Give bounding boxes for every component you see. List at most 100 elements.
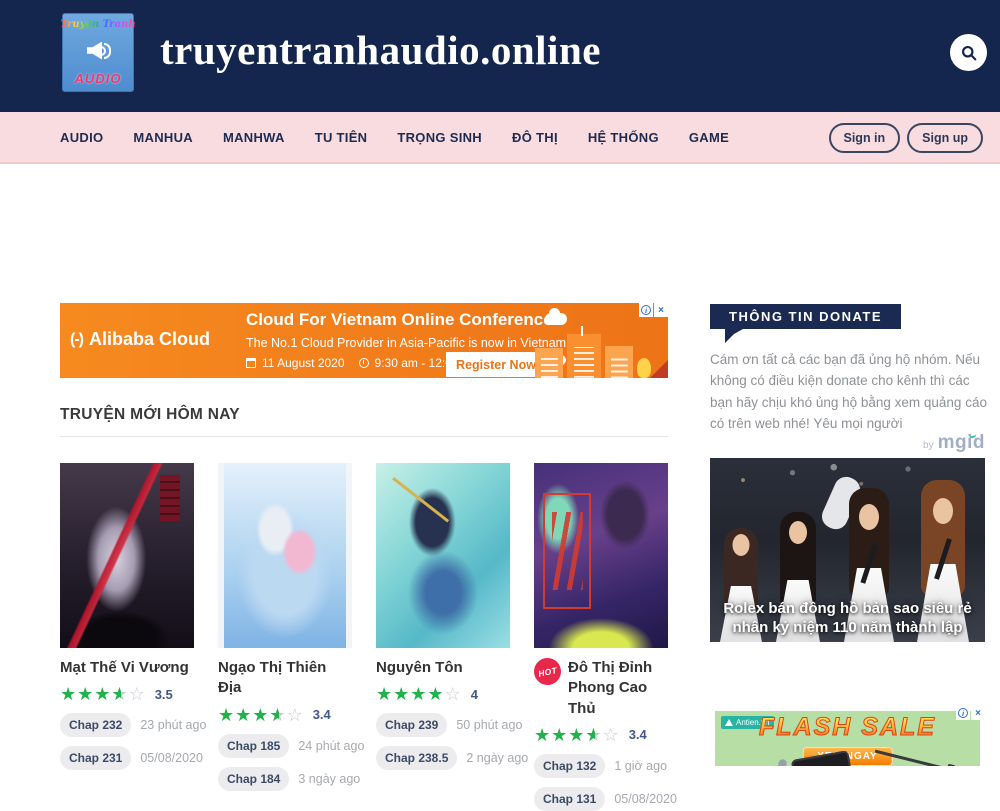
chapter-link[interactable]: Chap 184 [218,767,289,791]
rating-row: ★★★★★☆ 3.4 [534,725,668,745]
auth-buttons: Sign in Sign up [829,123,984,153]
chapter-list: Chap 232 23 phút ago Chap 231 05/08/2020 [60,713,194,770]
nav-item-tu-tiên[interactable]: TU TIÊN [315,130,368,145]
chapter-time: 2 ngày ago [466,751,528,765]
nav-item-manhua[interactable]: MANHUA [133,130,193,145]
logo-script-text: Truyện Tranh [60,19,135,30]
ad-choices: i × [638,303,668,317]
ad-brand: (-) Alibaba Cloud [70,329,210,350]
comic-title[interactable]: Mạt Thế Vi Vương [60,658,189,678]
comic-cover-image[interactable] [218,463,352,648]
chapter-row: Chap 231 05/08/2020 [60,746,194,770]
alibaba-cloud-logo-icon: (-) [70,331,83,349]
flash-ad-panel: Antien.vn FLASH SALE XEM NGAY [715,711,980,766]
star-icon: ★ [534,726,551,744]
star-icon: ★ [235,706,252,724]
star-icon: ☆ [603,726,620,744]
chapter-list: Chap 239 50 phút ago Chap 238.5 2 ngày a… [376,713,510,770]
star-rating: ★★★★★☆ [60,685,146,703]
ad-choices: i × [955,706,985,720]
hot-badge: HOT [531,655,563,687]
ad-subtitle: The No.1 Cloud Provider in Asia-Pacific … [246,336,566,350]
chapter-time: 23 phút ago [140,718,206,732]
chapter-time: 3 ngày ago [298,772,360,786]
calendar-icon [246,358,256,368]
site-logo[interactable]: Truyện Tranh AUDIO [62,13,134,92]
sign-up-button[interactable]: Sign up [907,123,983,153]
chapter-link[interactable]: Chap 239 [376,713,447,737]
comic-card: Mạt Thế Vi Vương ★★★★★☆ 3.5 Chap 232 23 … [60,463,194,811]
cloud-illustration [545,313,567,325]
rating-value: 3.5 [155,687,173,702]
chapter-link[interactable]: Chap 232 [60,713,131,737]
comic-card: HOT Đô Thị Đỉnh Phong Cao Thủ ★★★★★☆ 3.4… [534,463,668,811]
chapter-link[interactable]: Chap 131 [534,787,605,811]
register-now-button[interactable]: Register Now [446,352,546,377]
native-ad-caption[interactable]: Rolex bán đồng hồ bản sao siêu rẻ nhân k… [710,599,985,637]
star-icon: ★ [376,685,393,703]
ad-info-icon[interactable]: i [639,303,653,317]
chapter-time: 24 phút ago [298,739,364,753]
chapter-row: Chap 131 05/08/2020 [534,787,668,811]
chapter-list: Chap 185 24 phút ago Chap 184 3 ngày ago [218,734,352,791]
star-icon: ★★ [269,706,286,724]
site-title[interactable]: truyentranhaudio.online [160,26,601,74]
mgid-attribution[interactable]: by mgid [923,432,985,454]
flash-sale-title: FLASH SALE [715,713,980,742]
logo-audio-text: AUDIO [75,71,122,86]
chapter-link[interactable]: Chap 231 [60,746,131,770]
comic-title[interactable]: Đô Thị Đỉnh Phong Cao Thủ [568,658,668,719]
chapter-row: Chap 185 24 phút ago [218,734,352,758]
comic-title-row: Ngạo Thị Thiên Địa [218,658,352,699]
flash-sale-ad[interactable]: Antien.vn FLASH SALE XEM NGAY i × [710,706,985,766]
comics-grid: Mạt Thế Vi Vương ★★★★★☆ 3.5 Chap 232 23 … [60,463,672,811]
star-icon: ★ [60,685,77,703]
comic-cover-image[interactable] [60,463,194,648]
ad-close-icon[interactable]: × [971,706,985,720]
alibaba-cloud-ad-banner[interactable]: (-) Alibaba Cloud Cloud For Vietnam Onli… [60,303,668,378]
native-ad[interactable]: Rolex bán đồng hồ bản sao siêu rẻ nhân k… [710,458,985,642]
comic-card: Nguyên Tôn ★★★★☆ 4 Chap 239 50 phút ago … [376,463,510,811]
nav-item-hệ-thống[interactable]: HỆ THỐNG [588,130,659,145]
ad-close-icon[interactable]: × [654,303,668,317]
nav-item-audio[interactable]: AUDIO [60,130,103,145]
rating-row: ★★★★★☆ 3.4 [218,705,352,725]
search-icon [959,43,979,63]
rating-row: ★★★★☆ 4 [376,684,510,704]
chapter-link[interactable]: Chap 238.5 [376,746,457,770]
nav-item-trọng-sinh[interactable]: TRỌNG SINH [397,130,482,145]
comic-cover-image[interactable] [534,463,668,648]
star-icon: ★ [94,685,111,703]
star-icon: ★ [252,706,269,724]
sign-in-button[interactable]: Sign in [829,123,901,153]
star-icon: ★★ [585,726,602,744]
comic-title[interactable]: Nguyên Tôn [376,658,463,678]
ad-brand-name: Alibaba Cloud [89,329,210,350]
mgid-logo: mgid [938,432,985,454]
star-icon: ★★ [111,685,128,703]
comic-title-row: Nguyên Tôn [376,658,510,678]
star-rating: ★★★★☆ [376,685,462,703]
nav-item-game[interactable]: GAME [689,130,729,145]
comic-title[interactable]: Ngạo Thị Thiên Địa [218,658,352,699]
star-icon: ★ [218,706,235,724]
star-icon: ★ [427,685,444,703]
section-title: TRUYỆN MỚI HÔM NAY [60,406,240,424]
comic-title-row: HOT Đô Thị Đỉnh Phong Cao Thủ [534,658,668,719]
star-icon: ★ [410,685,427,703]
corner-fold [650,360,668,378]
ad-info-icon[interactable]: i [956,706,970,720]
nav-item-đô-thị[interactable]: ĐÔ THỊ [512,130,558,145]
site-header: Truyện Tranh AUDIO truyentranhaudio.onli… [0,0,1000,112]
chapter-link[interactable]: Chap 185 [218,734,289,758]
chapter-row: Chap 238.5 2 ngày ago [376,746,510,770]
star-icon: ★ [551,726,568,744]
speaker-icon [85,42,111,60]
star-icon: ★ [393,685,410,703]
microphone-image [774,758,787,766]
star-icon: ☆ [445,685,462,703]
search-button[interactable] [950,34,987,71]
nav-item-manhwa[interactable]: MANHWA [223,130,285,145]
comic-cover-image[interactable] [376,463,510,648]
chapter-row: Chap 232 23 phút ago [60,713,194,737]
